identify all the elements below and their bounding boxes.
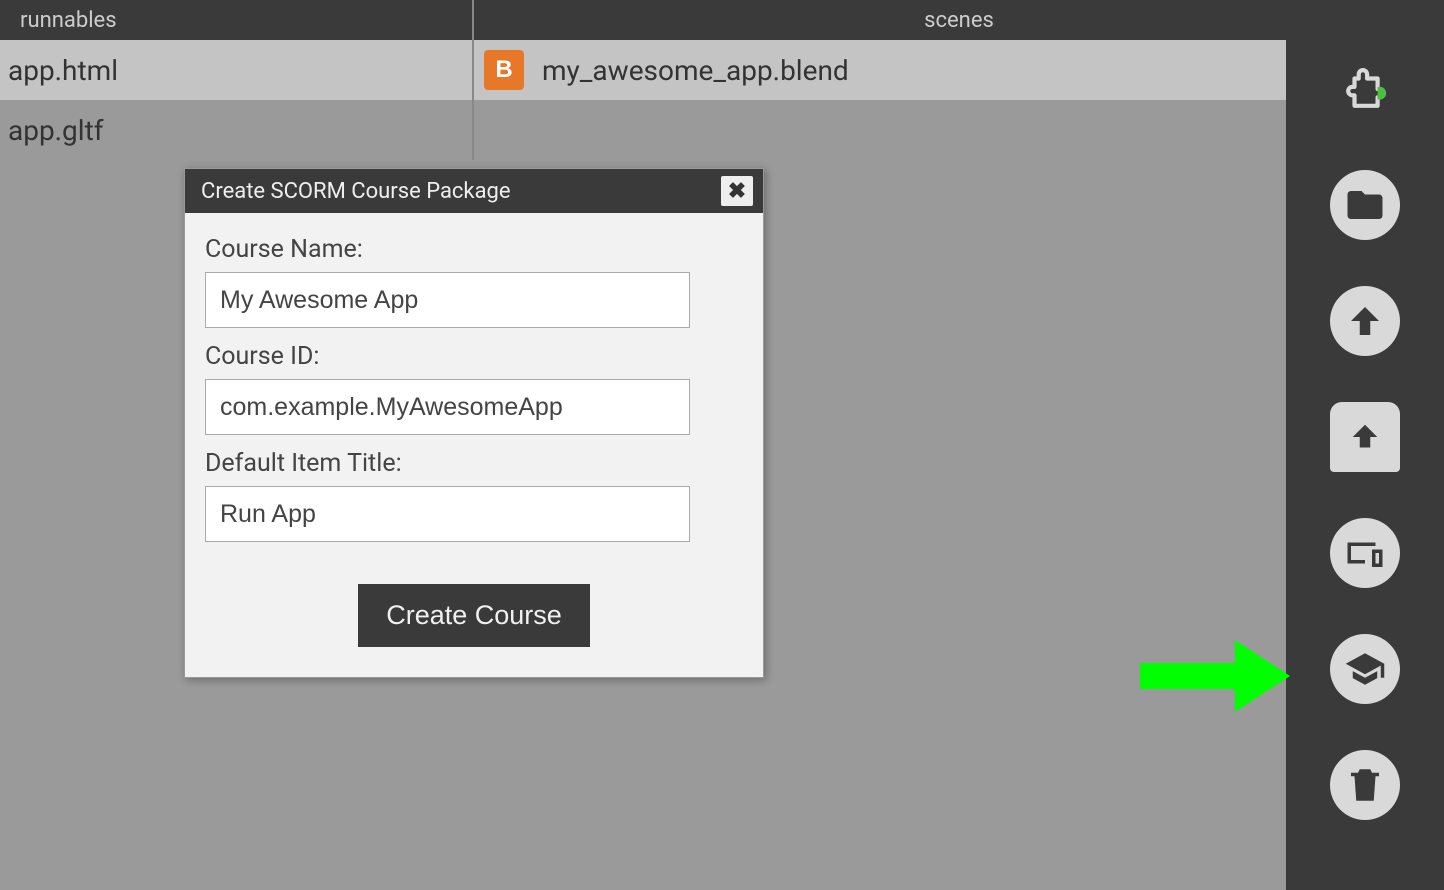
graduation-cap-icon	[1344, 648, 1386, 690]
arrow-annotation	[1135, 640, 1295, 720]
devices-icon	[1344, 532, 1386, 574]
course-name-label: Course Name:	[205, 235, 743, 264]
close-icon: ✖	[728, 179, 746, 204]
runnables-column: app.html app.gltf	[0, 40, 474, 160]
course-name-input[interactable]	[205, 272, 690, 328]
course-id-input[interactable]	[205, 379, 690, 435]
blender-file-icon: B	[484, 50, 524, 90]
publish-icon	[1344, 416, 1386, 458]
file-name: app.gltf	[8, 114, 103, 147]
file-header-row: runnables scenes	[0, 0, 1444, 40]
puzzles-button[interactable]	[1330, 54, 1400, 124]
dialog-header: Create SCORM Course Package ✖	[185, 169, 763, 213]
files-area: app.html app.gltf B my_awesome_app.blend	[0, 40, 1444, 160]
file-name: app.html	[8, 54, 118, 87]
trash-button[interactable]	[1330, 750, 1400, 820]
create-scorm-dialog: Create SCORM Course Package ✖ Course Nam…	[184, 168, 764, 678]
dialog-title: Create SCORM Course Package	[201, 179, 511, 204]
course-id-label: Course ID:	[205, 342, 743, 371]
folder-button[interactable]	[1330, 170, 1400, 240]
file-item[interactable]: app.gltf	[0, 100, 474, 160]
default-item-title-label: Default Item Title:	[205, 449, 743, 478]
scorm-button[interactable]	[1330, 634, 1400, 704]
right-sidebar	[1286, 40, 1444, 890]
scenes-header: scenes	[474, 0, 1444, 40]
puzzle-icon	[1344, 68, 1386, 110]
folder-icon	[1344, 184, 1386, 226]
dialog-body: Course Name: Course ID: Default Item Tit…	[185, 213, 763, 677]
trash-icon	[1344, 764, 1386, 806]
default-item-title-input[interactable]	[205, 486, 690, 542]
file-name: my_awesome_app.blend	[542, 54, 849, 87]
upload-arrow-icon	[1344, 300, 1386, 342]
file-item[interactable]: app.html	[0, 40, 474, 100]
publish-button[interactable]	[1330, 402, 1400, 472]
devices-button[interactable]	[1330, 518, 1400, 588]
close-button[interactable]: ✖	[721, 176, 753, 206]
create-course-button[interactable]: Create Course	[358, 584, 590, 647]
upload-button[interactable]	[1330, 286, 1400, 356]
runnables-header: runnables	[0, 0, 474, 40]
